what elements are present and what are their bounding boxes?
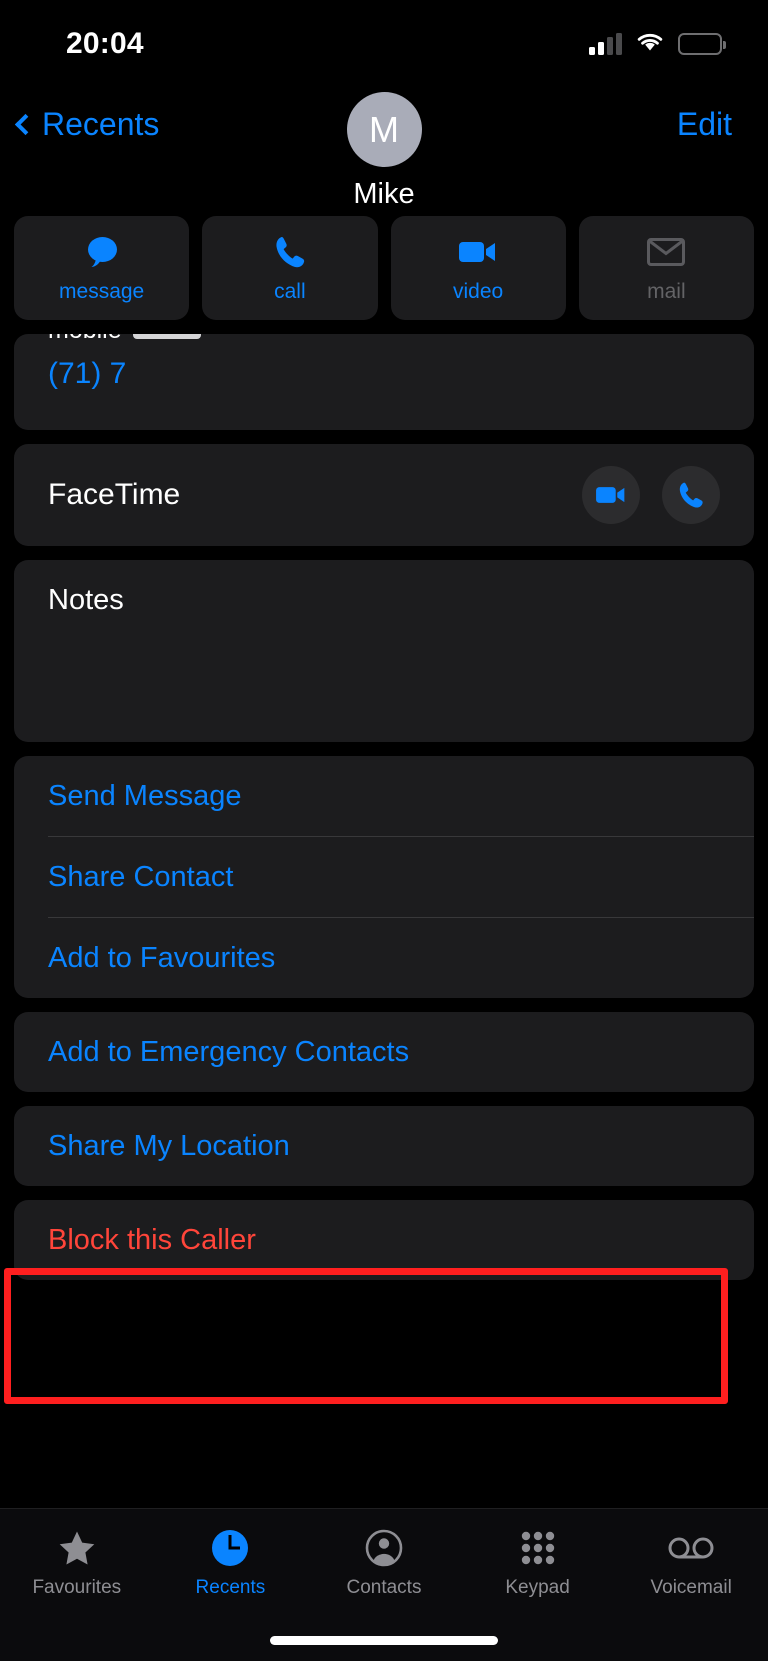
share-my-location-row[interactable]: Share My Location bbox=[14, 1106, 754, 1186]
battery-low-icon bbox=[678, 33, 726, 55]
voicemail-icon bbox=[668, 1527, 714, 1569]
notes-card[interactable]: Notes bbox=[14, 560, 754, 742]
add-to-favourites-row[interactable]: Add to Favourites bbox=[14, 918, 754, 998]
star-icon bbox=[58, 1527, 96, 1569]
mail-action-button: mail bbox=[578, 216, 754, 320]
highlight-annotation-box bbox=[4, 1268, 728, 1404]
person-circle-icon bbox=[365, 1527, 403, 1569]
facetime-audio-button[interactable] bbox=[662, 466, 720, 524]
mail-action-label: mail bbox=[647, 279, 686, 303]
edit-button[interactable]: Edit bbox=[677, 106, 732, 143]
facetime-row: FaceTime bbox=[14, 444, 754, 546]
contact-actions-group-4: Block this Caller bbox=[14, 1200, 754, 1280]
notes-label: Notes bbox=[48, 584, 124, 616]
facetime-card: FaceTime bbox=[14, 444, 754, 546]
contact-actions-group-2: Add to Emergency Contacts bbox=[14, 1012, 754, 1092]
quick-actions-row: message call video mail bbox=[14, 216, 754, 320]
message-action-button[interactable]: message bbox=[14, 216, 190, 320]
avatar[interactable]: M bbox=[346, 92, 422, 167]
status-bar-time: 20:04 bbox=[66, 27, 144, 60]
status-bar: 20:04 bbox=[0, 0, 768, 88]
call-action-button[interactable]: call bbox=[202, 216, 378, 320]
send-message-row[interactable]: Send Message bbox=[14, 756, 754, 836]
facetime-video-button[interactable] bbox=[582, 466, 640, 524]
video-camera-icon bbox=[458, 233, 498, 271]
cellular-bars-icon bbox=[589, 33, 622, 55]
block-this-caller-row[interactable]: Block this Caller bbox=[14, 1200, 754, 1280]
tab-recents-label: Recents bbox=[195, 1577, 266, 1598]
facetime-label: FaceTime bbox=[48, 478, 181, 511]
tab-voicemail[interactable]: Voicemail bbox=[614, 1527, 768, 1661]
navigation-bar: Recents M Mike Edit bbox=[0, 88, 768, 216]
facetime-buttons bbox=[582, 466, 720, 524]
message-bubble-icon bbox=[84, 233, 120, 271]
contact-detail-scroll: message call video mail (71) 7 FaceTime … bbox=[0, 216, 768, 1280]
contact-actions-group-3: Share My Location bbox=[14, 1106, 754, 1186]
phone-label-row: mobile RECENT bbox=[48, 334, 720, 345]
mail-envelope-icon bbox=[647, 233, 686, 271]
contact-name: Mike bbox=[353, 178, 415, 210]
share-contact-row[interactable]: Share Contact bbox=[14, 837, 754, 917]
tab-keypad-label: Keypad bbox=[505, 1577, 570, 1598]
avatar-initial: M bbox=[369, 108, 399, 150]
phone-label: mobile bbox=[48, 334, 122, 345]
call-action-label: call bbox=[274, 279, 306, 303]
tab-favourites[interactable]: Favourites bbox=[0, 1527, 154, 1661]
tab-bar: Favourites Recents Contacts Keypad Voice… bbox=[0, 1508, 768, 1661]
status-bar-indicators bbox=[589, 31, 726, 58]
contact-actions-group-1: Send Message Share Contact Add to Favour… bbox=[14, 756, 754, 998]
video-action-button[interactable]: video bbox=[390, 216, 566, 320]
video-action-label: video bbox=[453, 279, 504, 303]
contact-header: M Mike bbox=[0, 92, 768, 211]
phone-number-card[interactable]: mobile RECENT (71) 7 bbox=[14, 334, 754, 430]
wifi-icon bbox=[635, 31, 665, 58]
tab-contacts-label: Contacts bbox=[346, 1577, 422, 1598]
phone-number-value[interactable]: (71) 7 bbox=[48, 357, 720, 391]
home-indicator bbox=[270, 1636, 498, 1645]
add-to-emergency-contacts-row[interactable]: Add to Emergency Contacts bbox=[14, 1012, 754, 1092]
clock-icon bbox=[211, 1527, 249, 1569]
keypad-grid-icon bbox=[521, 1527, 555, 1569]
recent-badge: RECENT bbox=[132, 334, 201, 340]
phone-handset-icon bbox=[273, 233, 307, 271]
tab-voicemail-label: Voicemail bbox=[650, 1577, 732, 1598]
tab-favourites-label: Favourites bbox=[32, 1577, 122, 1598]
message-action-label: message bbox=[59, 279, 145, 303]
